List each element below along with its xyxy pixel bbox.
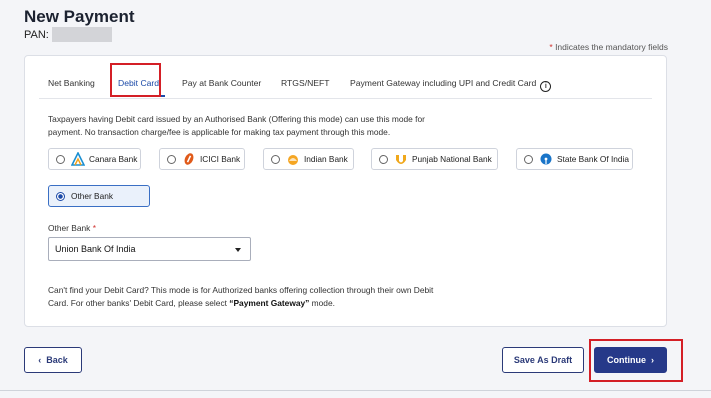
tab-rtgs-neft[interactable]: RTGS/NEFT: [281, 78, 330, 88]
radio-pnb[interactable]: [379, 154, 388, 164]
chevron-left-icon: ‹: [38, 355, 42, 365]
radio-indian[interactable]: [271, 154, 280, 164]
highlight-box-debit-card-tab: [110, 63, 161, 97]
save-draft-label: Save As Draft: [513, 355, 573, 365]
icici-bank-logo-icon: [182, 152, 196, 166]
info-icon[interactable]: i: [540, 81, 552, 92]
bank-option-other[interactable]: Other Bank: [48, 185, 150, 207]
mandatory-note: * Indicates the mandatory fields: [549, 42, 668, 52]
tab-payment-gateway-label: Payment Gateway including UPI and Credit…: [350, 78, 537, 88]
radio-icici[interactable]: [167, 154, 176, 164]
continue-button[interactable]: Continue ›: [594, 347, 667, 373]
debit-card-note: Can't find your Debit Card? This mode is…: [48, 284, 438, 309]
tab-payment-gateway[interactable]: Payment Gateway including UPI and Credit…: [350, 78, 552, 92]
page-title: New Payment: [24, 7, 135, 26]
bottom-divider: [0, 390, 711, 391]
canara-bank-logo-icon: [71, 152, 85, 166]
chevron-right-icon: ›: [651, 355, 654, 365]
indian-bank-logo-icon: [286, 152, 300, 166]
bank-label: Indian Bank: [304, 154, 348, 164]
tab-pay-at-bank-counter[interactable]: Pay at Bank Counter: [182, 78, 261, 88]
save-as-draft-button[interactable]: Save As Draft: [502, 347, 584, 373]
continue-button-label: Continue: [606, 355, 646, 365]
bank-label: ICICI Bank: [200, 154, 241, 164]
other-bank-select[interactable]: Union Bank Of India: [48, 237, 251, 261]
bank-label: State Bank Of India: [557, 154, 629, 164]
pan-row: PAN:: [24, 27, 112, 42]
tab-net-banking[interactable]: Net Banking: [48, 78, 95, 88]
mandatory-note-text: Indicates the mandatory fields: [555, 42, 668, 52]
note-text-after: mode.: [309, 297, 335, 308]
back-button[interactable]: ‹ Back: [24, 347, 82, 373]
note-emphasis: “Payment Gateway”: [229, 297, 310, 308]
other-bank-selected-value: Union Bank Of India: [55, 244, 136, 254]
pnb-logo-icon: [394, 152, 408, 166]
bank-option-icici[interactable]: ICICI Bank: [159, 148, 245, 170]
chevron-down-icon: [235, 248, 241, 252]
bank-option-indian[interactable]: Indian Bank: [263, 148, 354, 170]
bank-option-canara[interactable]: Canara Bank: [48, 148, 141, 170]
radio-sbi[interactable]: [524, 154, 533, 164]
pan-value-masked: [51, 27, 112, 42]
bank-option-pnb[interactable]: Punjab National Bank: [371, 148, 498, 170]
sbi-logo-icon: [539, 152, 553, 166]
back-button-label: Back: [46, 355, 68, 365]
bank-label: Punjab National Bank: [412, 154, 492, 164]
mandatory-star: *: [549, 42, 553, 52]
bank-label: Other Bank: [71, 191, 113, 201]
bank-option-sbi[interactable]: State Bank Of India: [516, 148, 633, 170]
bank-label: Canara Bank: [89, 154, 138, 164]
other-bank-field-label: Other Bank *: [48, 223, 96, 233]
pan-label: PAN:: [24, 28, 49, 41]
required-star: *: [92, 223, 96, 233]
other-bank-label-text: Other Bank: [48, 223, 91, 233]
debit-card-description: Taxpayers having Debit card issued by an…: [48, 114, 425, 137]
radio-canara[interactable]: [56, 154, 65, 164]
radio-other-bank[interactable]: [56, 191, 65, 201]
